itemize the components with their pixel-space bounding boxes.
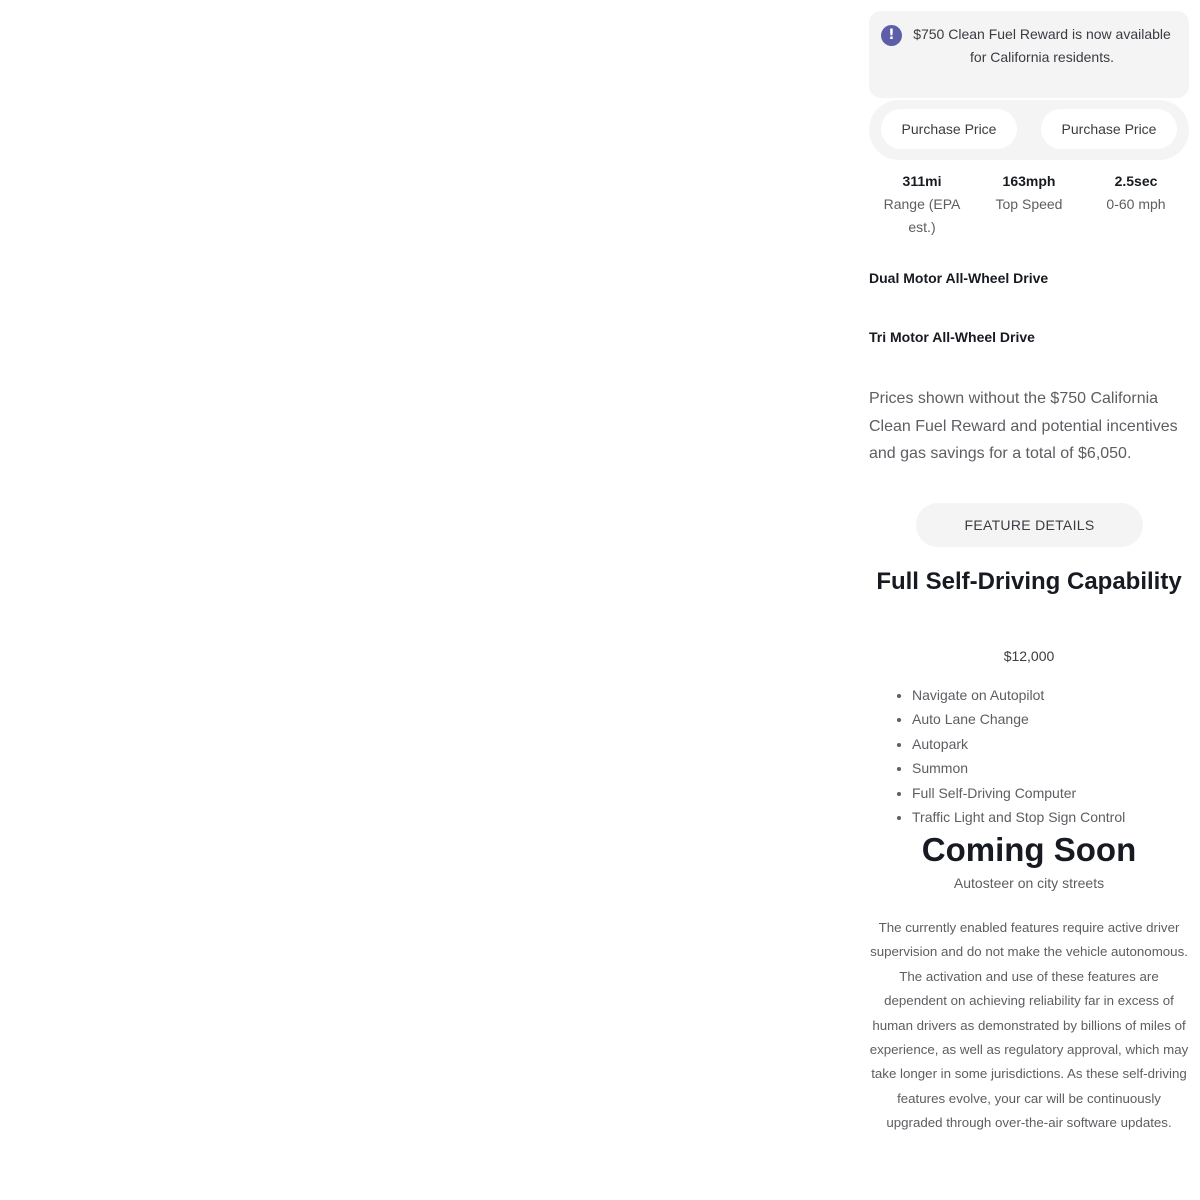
spec-label: Top Speed (995, 196, 1063, 212)
coming-soon-subtitle: Autosteer on city streets (953, 875, 1105, 891)
fsd-disclaimer: The currently enabled features require a… (869, 920, 1189, 1131)
list-item: Navigate on Autopilot (912, 683, 1125, 707)
spec-top-speed: 163mph Top Speed (976, 170, 1082, 239)
purchase-price-button[interactable]: Purchase Price (881, 109, 1017, 149)
spec-value: 163mph (1002, 173, 1056, 189)
list-item: Traffic Light and Stop Sign Control (912, 805, 1125, 829)
list-item: Auto Lane Change (912, 707, 1125, 731)
list-item: Summon (912, 756, 1125, 780)
purchase-price-button-alt[interactable]: Purchase Price (1041, 109, 1177, 149)
prices-note: Prices shown without the $750 California… (869, 390, 1178, 462)
price-type-toggle: Purchase Price Purchase Price (869, 100, 1189, 160)
feature-details-button[interactable]: FEATURE DETAILS (916, 503, 1143, 547)
notice-text: $750 Clean Fuel Reward is now available … (913, 26, 1171, 65)
clean-fuel-notice: ! $750 Clean Fuel Reward is now availabl… (869, 11, 1189, 98)
drive-option-dual-motor[interactable]: Dual Motor All-Wheel Drive (869, 268, 1048, 288)
spec-summary: 311mi Range (EPA est.) 163mph Top Speed … (869, 170, 1189, 239)
drive-option-tri-motor[interactable]: Tri Motor All-Wheel Drive (869, 327, 1035, 347)
spec-range: 311mi Range (EPA est.) (869, 170, 975, 239)
spec-value: 2.5sec (1114, 173, 1158, 189)
spec-acceleration: 2.5sec 0-60 mph (1083, 170, 1189, 239)
spec-label: Range (EPA est.) (883, 196, 961, 235)
spec-label: 0-60 mph (1106, 196, 1166, 212)
fsd-feature-list: Navigate on Autopilot Auto Lane Change A… (869, 683, 1125, 829)
fsd-title: Full Self-Driving Capability (876, 568, 1182, 595)
exclamation-circle-icon: ! (881, 25, 902, 46)
list-item: Autopark (912, 732, 1125, 756)
list-item: Full Self-Driving Computer (912, 781, 1125, 805)
spec-value: 311mi (902, 173, 942, 189)
fsd-price: $12,000 (1003, 648, 1055, 664)
coming-soon-heading: Coming Soon (921, 831, 1137, 868)
